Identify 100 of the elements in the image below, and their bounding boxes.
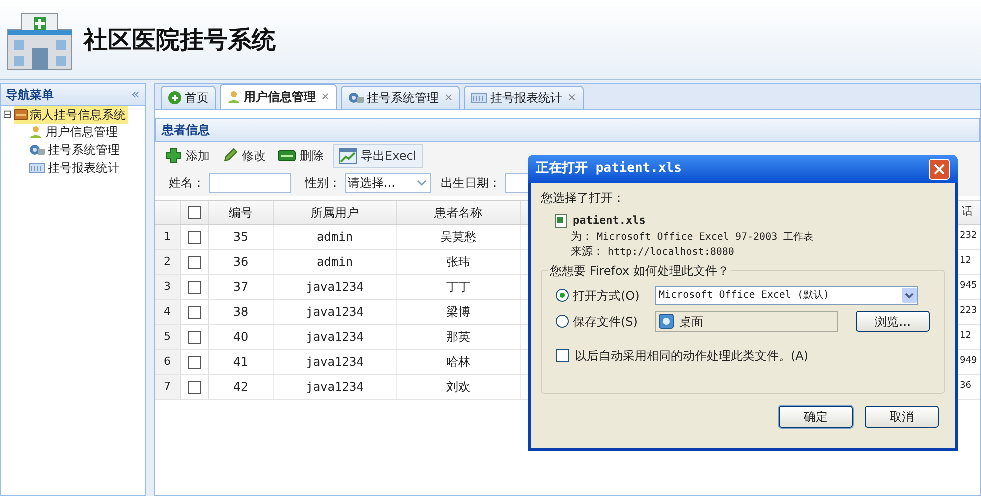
tree-item[interactable]: 病人挂号信息系统 <box>14 106 128 124</box>
dialog-intro: 您选择了打开： <box>541 190 626 207</box>
column-header[interactable]: 所属用户 <box>274 201 397 224</box>
table-cell-text: 949 <box>959 355 978 368</box>
toolbar-button[interactable]: 修改 <box>219 144 269 168</box>
option-label[interactable]: 保存文件(S) <box>572 312 655 330</box>
table-cell: java1234 <box>274 350 397 374</box>
option-label[interactable]: 打开方式(O) <box>573 286 655 304</box>
spreadsheet-file-icon <box>555 214 569 228</box>
table-cell: java1234 <box>274 275 397 299</box>
nav-title: 导航菜单 <box>6 86 54 104</box>
column-header[interactable]: 话 <box>958 201 980 224</box>
checkbox[interactable] <box>188 206 201 219</box>
checkbox[interactable] <box>188 330 201 344</box>
row-number: 2 <box>155 250 181 274</box>
radio-button[interactable] <box>556 289 569 302</box>
tree-item[interactable]: 用户信息管理 <box>29 123 120 141</box>
file-name: patient.xls <box>573 213 646 229</box>
table-cell-text: 12 <box>959 255 972 268</box>
table-cell: admin <box>274 225 397 249</box>
checkbox-label[interactable]: 以后自动采用相同的动作处理此类文件。(A) <box>575 346 809 364</box>
panel-title: 患者信息 <box>155 118 980 142</box>
save-location-field[interactable]: 桌面 <box>654 311 838 332</box>
tree-item[interactable]: 挂号系统管理 <box>29 141 122 159</box>
tab[interactable]: 用户信息管理 × <box>220 84 338 109</box>
dialog-button[interactable]: 取消 <box>865 406 939 428</box>
table-cell: 丁丁 <box>397 275 521 299</box>
tree-expander[interactable]: ⊟ <box>3 109 12 120</box>
tree-item[interactable]: 挂号报表统计 <box>29 159 122 177</box>
table-cell: 那英 <box>397 325 521 349</box>
row-number: 4 <box>155 300 181 324</box>
row-number: 6 <box>155 350 181 374</box>
tab[interactable]: 挂号报表统计 × <box>464 86 584 109</box>
table-cell: java1234 <box>274 300 397 324</box>
table-cell-text: 12 <box>959 330 972 344</box>
table-cell-text: 945 <box>959 280 978 294</box>
pencil-icon <box>222 148 238 164</box>
table-cell: java1234 <box>274 375 397 399</box>
report-icon <box>29 162 45 174</box>
table-cell: 40 <box>209 325 274 349</box>
gear-icon <box>348 91 364 105</box>
file-type-label: 为： <box>571 228 593 245</box>
folder-icon <box>14 108 28 120</box>
checkbox[interactable] <box>188 356 201 368</box>
column-header[interactable]: 患者名称 <box>397 201 521 224</box>
column-header[interactable]: 编号 <box>209 201 274 224</box>
filter-label: 性别： <box>305 175 341 192</box>
app-title: 社区医院挂号系统 <box>84 24 276 56</box>
dialog-button[interactable]: 确定 <box>779 406 853 428</box>
filter-label: 姓名： <box>169 175 205 192</box>
minus-icon <box>278 150 296 162</box>
table-cell: 刘欢 <box>397 375 521 399</box>
row-number: 5 <box>155 325 181 349</box>
table-cell: 梁博 <box>397 300 521 324</box>
table-cell: 41 <box>209 350 274 374</box>
toolbar-button[interactable]: 添加 <box>163 144 213 168</box>
checkbox[interactable] <box>188 380 201 394</box>
table-cell: 36 <box>209 250 274 274</box>
table-cell: 哈林 <box>397 350 521 374</box>
checkbox[interactable] <box>188 280 201 294</box>
checkbox[interactable] <box>188 306 201 318</box>
table-cell: 37 <box>209 275 274 299</box>
close-icon[interactable]: × <box>321 88 330 106</box>
plus-circle-icon <box>168 91 182 105</box>
text-field[interactable] <box>209 173 291 193</box>
toolbar-button[interactable]: 删除 <box>275 144 327 168</box>
application-select[interactable]: Microsoft Office Excel (默认) <box>655 286 918 305</box>
browse-button[interactable]: 浏览… <box>856 311 930 332</box>
toolbar-button[interactable]: 导出Execl <box>333 144 423 168</box>
table-cell: admin <box>274 250 397 274</box>
dialog-title: 正在打开 patient.xls <box>536 160 682 178</box>
row-number: 7 <box>155 375 181 399</box>
table-cell: 42 <box>209 375 274 399</box>
file-type: Microsoft Office Excel 97-2003 工作表 <box>597 230 814 244</box>
table-cell: 35 <box>209 225 274 249</box>
file-source-label: 来源： <box>571 244 604 260</box>
radio-button[interactable] <box>556 315 569 328</box>
tab[interactable]: 首页 <box>161 86 216 109</box>
file-source: http://localhost:8080 <box>608 246 734 260</box>
table-cell-text: 223 <box>959 305 978 318</box>
user-icon <box>29 125 43 139</box>
checkbox[interactable] <box>188 230 201 244</box>
table-cell: 38 <box>209 300 274 324</box>
row-number: 1 <box>155 225 181 249</box>
table-cell: 吴莫愁 <box>397 225 521 249</box>
desktop-icon <box>658 314 674 329</box>
gear-icon <box>29 143 45 157</box>
filter-label: 出生日期： <box>441 175 501 192</box>
checkbox[interactable] <box>556 349 569 362</box>
gender-select[interactable]: 请选择... <box>345 173 431 193</box>
table-cell-text: 232 <box>959 230 978 244</box>
chart-icon <box>339 148 357 164</box>
tab[interactable]: 挂号系统管理 × <box>341 86 460 109</box>
user-icon <box>227 90 241 104</box>
checkbox[interactable] <box>188 256 201 268</box>
table-cell-text: 36 <box>959 380 972 394</box>
plus-icon <box>166 148 182 164</box>
close-icon <box>934 164 945 174</box>
table-cell: java1234 <box>274 325 397 349</box>
close-button[interactable] <box>929 158 950 180</box>
